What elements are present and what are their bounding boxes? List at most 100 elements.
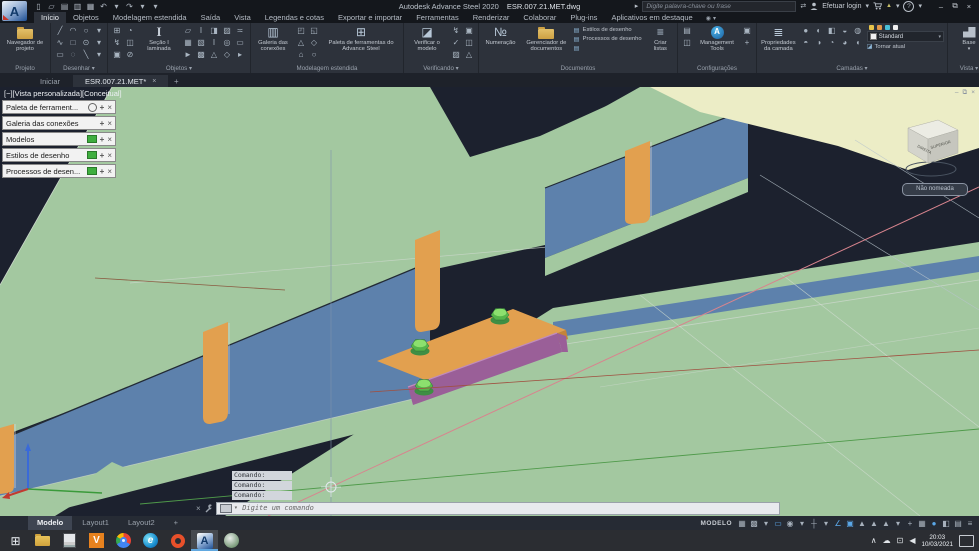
object-tool-icon[interactable]: ≍ <box>234 24 246 36</box>
layer-tool-icon[interactable]: ◐ <box>813 24 825 36</box>
status-toggle-icon[interactable]: ▲ <box>869 519 879 528</box>
gear-icon[interactable] <box>87 102 97 112</box>
check-model-button[interactable]: ◪ Verificar o modelo <box>407 24 447 52</box>
viewport-restore-icon[interactable]: ⧉ <box>963 89 968 97</box>
panel-label-desenhar[interactable]: Desenhar ▾ <box>51 64 107 73</box>
draw-tool-icon[interactable]: ╱ <box>54 24 66 36</box>
ring-app[interactable] <box>164 530 191 551</box>
draw-tool-icon[interactable]: ∿ <box>54 36 66 48</box>
new-tab-button[interactable]: + <box>169 76 183 87</box>
draw-tool-icon[interactable]: ▾ <box>93 24 105 36</box>
palette-models[interactable]: Modelos + × <box>2 132 116 146</box>
alert-icon[interactable]: ▲ <box>886 3 892 9</box>
tab-iniciar[interactable]: Iniciar <box>28 75 72 87</box>
drawing-processes-button[interactable]: ▤ Processos de desenho <box>574 35 644 43</box>
status-toggle-icon[interactable]: ▤ <box>953 519 963 528</box>
cart-icon[interactable] <box>873 2 883 10</box>
object-tool-icon[interactable]: ▨ <box>221 24 233 36</box>
check-tool-icon[interactable]: ▣ <box>463 24 475 36</box>
document-manager-button[interactable]: Gerenciador de documentos <box>522 24 571 52</box>
config-tool-icon[interactable]: ▤ <box>681 24 693 36</box>
layer-state-icon[interactable] <box>876 25 882 30</box>
undo-caret[interactable]: ▾ <box>112 2 121 11</box>
modeling-tool-icon[interactable]: △ <box>295 36 307 48</box>
object-tool-icon[interactable]: I <box>195 24 207 36</box>
featured-apps-icon[interactable]: ◉ ▾ <box>706 15 716 23</box>
drawing-styles-button[interactable]: ▤ Estilos de desenho <box>574 26 644 34</box>
ribbon-tab[interactable]: Colaborar <box>516 12 563 23</box>
layer-tool-icon[interactable]: ◖ <box>852 36 864 48</box>
management-tools-button[interactable]: A Management Tools <box>696 24 738 52</box>
object-tool-icon[interactable]: ◫ <box>124 36 136 48</box>
object-tool-icon[interactable]: △ <box>208 48 220 60</box>
tool-palette-button[interactable]: ⊞ Paleta de ferramentas do Advance Steel <box>323 24 399 52</box>
status-toggle-icon[interactable]: ▦ <box>917 519 927 528</box>
ribbon-tab[interactable]: Ferramentas <box>409 12 466 23</box>
object-tool-icon[interactable]: ▸ <box>234 48 246 60</box>
status-toggle-icon[interactable]: ● <box>929 519 939 528</box>
status-toggle-icon[interactable]: ≡ <box>965 519 975 528</box>
redo-button[interactable]: ↷ <box>125 2 134 11</box>
ribbon-tab[interactable]: Exportar e importar <box>331 12 409 23</box>
layer-dropdown[interactable]: Standard ▾ <box>866 31 944 42</box>
layer-tool-icon[interactable]: ◍ <box>852 24 864 36</box>
save-button[interactable]: ▤ <box>60 2 69 11</box>
modeling-tool-icon[interactable]: ◰ <box>295 24 307 36</box>
viewport-controls[interactable]: [−][Vista personalizada][Conceitual] <box>4 89 122 98</box>
document-extra-button[interactable]: ▤ <box>574 44 644 52</box>
minimize-button[interactable]: – <box>934 1 948 12</box>
object-tool-icon[interactable]: ▭ <box>234 36 246 48</box>
create-lists-button[interactable]: ≡ Criar listas <box>647 24 674 52</box>
panel-label-projeto[interactable]: Projeto <box>0 64 50 73</box>
connection-gallery-button[interactable]: ▥ Galeria das conexões <box>254 24 292 52</box>
taskbar-clock[interactable]: 20:03 10/03/2021 <box>921 534 953 548</box>
check-tool-icon[interactable]: ✓ <box>450 36 462 48</box>
volume-icon[interactable]: ◀ <box>909 536 915 545</box>
status-toggle-icon[interactable]: ▲ <box>857 519 867 528</box>
move-icon[interactable]: + <box>100 103 105 112</box>
palette-drawing-processes[interactable]: Processos de desen... + × <box>2 164 116 178</box>
viewport-close-icon[interactable]: × <box>971 89 975 97</box>
panel-label-configuracoes[interactable]: Configurações <box>678 64 756 73</box>
move-icon[interactable]: + <box>100 119 105 128</box>
ribbon-tab[interactable]: Aplicativos em destaque <box>604 12 699 23</box>
layer-properties-button[interactable]: ≣ Propriedades da camada <box>760 24 797 52</box>
object-tool-icon[interactable]: ◔ <box>124 24 136 36</box>
object-tool-icon[interactable]: ▧ <box>195 36 207 48</box>
move-icon[interactable]: + <box>100 151 105 160</box>
layout-tab[interactable]: Layout1 <box>73 516 118 530</box>
layer-tool-icon[interactable]: ◑ <box>813 36 825 48</box>
start-button[interactable]: ⊞ <box>2 530 29 551</box>
object-tool-icon[interactable]: ⊞ <box>111 24 123 36</box>
check-tool-icon[interactable]: ▨ <box>450 48 462 60</box>
draw-tool-icon[interactable]: ╲ <box>80 48 92 60</box>
layer-tool-icon[interactable]: ◔ <box>826 36 838 48</box>
tray-expand-icon[interactable]: ∧ <box>871 536 877 545</box>
ribbon-tab[interactable]: Renderizar <box>466 12 517 23</box>
ribbon-tab[interactable]: Plug-ins <box>563 12 604 23</box>
exchange-apps-icon[interactable]: ⇄ <box>800 2 806 10</box>
draw-tool-icon[interactable]: ◌ <box>67 48 79 60</box>
help-icon[interactable]: ? <box>903 0 915 12</box>
project-navigator-button[interactable]: Navegador de projeto <box>3 24 47 52</box>
object-tool-icon[interactable]: ▱ <box>182 24 194 36</box>
panel-label-documentos[interactable]: Documentos <box>479 64 677 73</box>
base-view-button[interactable]: Base ▾ <box>951 24 979 52</box>
close-icon[interactable]: × <box>196 504 201 513</box>
layout-tab[interactable]: Layout2 <box>119 516 164 530</box>
layer-tool-icon[interactable]: ◕ <box>839 36 851 48</box>
new-file-button[interactable]: ▯ <box>34 2 43 11</box>
status-toggle-icon[interactable]: ▾ <box>761 519 771 528</box>
modeling-tool-icon[interactable]: ⌂ <box>295 48 307 60</box>
draw-tool-icon[interactable]: □ <box>67 36 79 48</box>
check-tool-icon[interactable]: ↯ <box>450 24 462 36</box>
ribbon-tab[interactable]: Saída <box>194 12 228 23</box>
viewer-app[interactable] <box>218 530 245 551</box>
status-toggle-icon[interactable]: ▩ <box>749 519 759 528</box>
draw-tool-icon[interactable]: ⊙ <box>80 36 92 48</box>
login-caret-icon[interactable]: ▾ <box>866 2 870 10</box>
draw-tool-icon[interactable]: ○ <box>80 24 92 36</box>
object-tool-icon[interactable]: I <box>208 36 220 48</box>
status-toggle-icon[interactable]: ▣ <box>845 519 855 528</box>
check-tool-icon[interactable]: ◫ <box>463 36 475 48</box>
